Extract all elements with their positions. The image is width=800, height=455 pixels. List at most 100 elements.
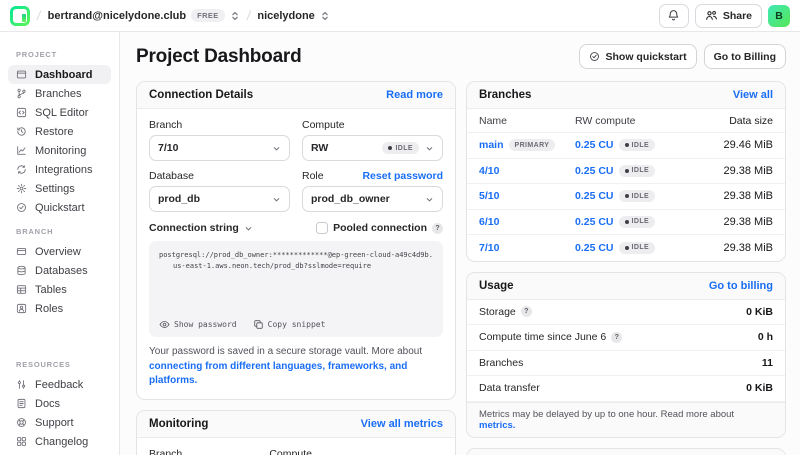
branch-link[interactable]: 7/10 <box>479 242 499 254</box>
table-row: main PRIMARY 0.25 CU IDLE 29.46 MiB <box>467 133 785 159</box>
sidebar-section-branch: BRANCH <box>16 227 54 236</box>
read-more-link[interactable]: Read more <box>386 89 443 101</box>
help-icon[interactable]: ? <box>432 222 443 234</box>
table-row: 5/10 0.25 CU IDLE 29.38 MiB <box>467 184 785 210</box>
plan-badge: FREE <box>191 9 225 22</box>
compute-select[interactable]: RW IDLE <box>302 135 443 161</box>
compute-link[interactable]: 0.25 CU <box>575 165 614 177</box>
sidebar-item-settings[interactable]: Settings <box>8 179 111 198</box>
project-name: nicelydone <box>257 9 315 22</box>
data-size: 29.38 MiB <box>723 190 773 203</box>
go-to-billing-button[interactable]: Go to Billing <box>703 44 786 69</box>
compute-field-label: Compute <box>302 119 345 131</box>
branch-link[interactable]: 6/10 <box>479 216 499 228</box>
card-title: Connection Details <box>149 89 254 101</box>
document-icon <box>16 398 27 409</box>
avatar[interactable]: B <box>768 4 790 27</box>
copy-snippet-button[interactable]: Copy snippet <box>253 319 325 330</box>
data-size: 29.38 MiB <box>723 241 773 254</box>
people-icon <box>705 9 718 22</box>
idle-badge: IDLE <box>618 190 656 203</box>
connect-docs-link[interactable]: connecting from different languages, fra… <box>149 361 407 387</box>
lifebuoy-icon <box>16 417 27 428</box>
breadcrumb-separator: / <box>245 8 252 23</box>
branch-link[interactable]: main <box>479 139 504 151</box>
connection-string-box: postgresql://prod_db_owner:*************… <box>149 241 443 337</box>
reset-password-link[interactable]: Reset password <box>362 170 443 182</box>
database-select[interactable]: prod_db <box>149 186 290 212</box>
share-button[interactable]: Share <box>694 3 762 28</box>
table-header: Name RW compute Data size <box>467 109 785 133</box>
sidebar-item-changelog[interactable]: Changelog <box>8 432 111 451</box>
copy-icon <box>253 319 264 330</box>
project-settings-card: Project settings <box>466 447 786 455</box>
show-quickstart-button[interactable]: Show quickstart <box>579 44 697 69</box>
go-to-billing-link[interactable]: Go to billing <box>709 280 773 292</box>
sidebar-item-support[interactable]: Support <box>8 413 111 432</box>
dashboard-icon <box>16 69 27 80</box>
sidebar-item-databases[interactable]: Databases <box>8 261 111 280</box>
chevron-updown-icon[interactable] <box>320 11 330 21</box>
usage-value: 0 KiB <box>746 382 773 395</box>
password-note: Your password is saved in a secure stora… <box>149 346 423 387</box>
table-row: 4/10 0.25 CU IDLE 29.38 MiB <box>467 159 785 184</box>
grid-icon <box>16 436 27 447</box>
sidebar-item-feedback[interactable]: Feedback <box>8 375 111 394</box>
branch-select[interactable]: 7/10 <box>149 135 290 161</box>
compute-link[interactable]: 0.25 CU <box>575 242 614 254</box>
compute-link[interactable]: 0.25 CU <box>575 216 614 228</box>
data-size: 29.38 MiB <box>723 215 773 228</box>
sidebar-item-integrations[interactable]: Integrations <box>8 160 111 179</box>
idle-badge: IDLE <box>618 215 656 228</box>
branches-card: Branches View all Name RW compute Data s… <box>466 81 786 262</box>
sync-arrows-icon <box>16 164 27 175</box>
sidebar-item-branches[interactable]: Branches <box>8 84 111 103</box>
top-bar: / bertrand@nicelydone.club FREE / nicely… <box>0 0 800 32</box>
metrics-link[interactable]: metrics. <box>479 420 515 431</box>
sidebar-item-quickstart[interactable]: Quickstart <box>8 198 111 217</box>
card-title: Monitoring <box>149 417 209 430</box>
column-size: Data size <box>729 114 773 127</box>
view-all-metrics-link[interactable]: View all metrics <box>361 418 443 430</box>
usage-card: Usage Go to billing Storage? 0 KiB Compu… <box>466 271 786 438</box>
breadcrumb-separator: / <box>35 8 42 23</box>
compute-field-label: Compute <box>269 447 312 455</box>
show-password-button[interactable]: Show password <box>159 319 237 330</box>
branch-field-label: Branch <box>149 119 183 131</box>
idle-badge: IDLE <box>618 241 656 254</box>
sidebar-item-monitoring[interactable]: Monitoring <box>8 141 111 160</box>
code-editor-icon <box>16 107 27 118</box>
idle-badge: IDLE <box>618 164 656 177</box>
usage-row: Data transfer 0 KiB <box>467 376 785 402</box>
monitoring-card: Monitoring View all metrics Branch main … <box>136 409 456 455</box>
compute-link[interactable]: 0.25 CU <box>575 190 614 202</box>
chevron-updown-icon[interactable] <box>230 11 240 21</box>
usage-footer: Metrics may be delayed by up to one hour… <box>467 401 785 437</box>
connection-string-value[interactable]: postgresql://prod_db_owner:*************… <box>159 250 433 271</box>
sidebar-item-tables[interactable]: Tables <box>8 280 111 299</box>
sidebar-item-restore[interactable]: Restore <box>8 122 111 141</box>
project-breadcrumb[interactable]: nicelydone <box>257 10 329 22</box>
pooled-connection-checkbox[interactable] <box>316 222 329 234</box>
sidebar-item-sql-editor[interactable]: SQL Editor <box>8 103 111 122</box>
sidebar-item-overview[interactable]: Overview <box>8 242 111 261</box>
neon-logo-icon[interactable] <box>10 5 30 26</box>
sidebar-item-dashboard[interactable]: Dashboard <box>8 65 111 84</box>
help-icon[interactable]: ? <box>520 306 532 318</box>
compute-link[interactable]: 0.25 CU <box>575 139 614 151</box>
branch-link[interactable]: 4/10 <box>479 165 499 177</box>
chevron-down-icon <box>272 195 281 204</box>
pooled-connection-label: Pooled connection <box>333 222 427 234</box>
data-size: 29.46 MiB <box>723 139 773 152</box>
branch-link[interactable]: 5/10 <box>479 190 499 202</box>
org-breadcrumb[interactable]: bertrand@nicelydone.club FREE <box>48 9 240 22</box>
sidebar-item-roles[interactable]: Roles <box>8 299 111 318</box>
connection-string-toggle[interactable]: Connection string <box>149 222 253 234</box>
chevron-down-icon <box>425 144 434 153</box>
role-select[interactable]: prod_db_owner <box>302 186 443 212</box>
help-icon[interactable]: ? <box>611 331 623 343</box>
sidebar-item-docs[interactable]: Docs <box>8 394 111 413</box>
notifications-button[interactable] <box>658 3 689 28</box>
view-all-branches-link[interactable]: View all <box>733 89 773 101</box>
sidebar-section-resources: RESOURCES <box>16 360 71 369</box>
